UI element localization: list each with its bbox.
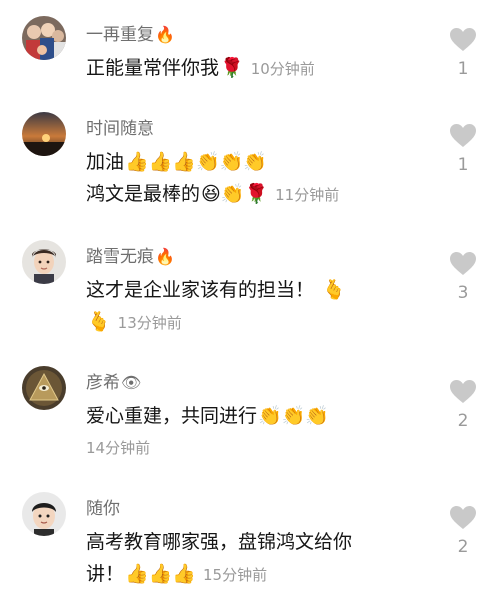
like-button[interactable]: 1 bbox=[448, 124, 478, 174]
fire-icon: 🔥 bbox=[155, 25, 175, 44]
avatar[interactable] bbox=[22, 16, 66, 60]
username[interactable]: 时间随意 bbox=[86, 118, 154, 140]
thumbs-clap-icons: 👍👍👍👏👏👏 bbox=[125, 151, 267, 173]
rose-icon: 🌹 bbox=[220, 57, 244, 79]
comment-text: 这才是企业家该有的担当！ 🫰 🫰 13分钟前 bbox=[86, 274, 436, 339]
heart-icon bbox=[450, 28, 476, 51]
like-button[interactable]: 2 bbox=[448, 380, 478, 430]
username[interactable]: 踏雪无痕🔥 bbox=[86, 246, 176, 268]
comment-text: 高考教育哪家强，盘锦鸿文给你 讲！👍👍👍 15分钟前 bbox=[86, 526, 436, 591]
comment-item: 踏雪无痕🔥 这才是企业家该有的担当！ 🫰 🫰 13分钟前 3 bbox=[0, 230, 500, 358]
comment-time: 15分钟前 bbox=[203, 566, 268, 584]
username[interactable]: 彦希👁 bbox=[86, 372, 142, 394]
like-button[interactable]: 3 bbox=[448, 252, 478, 302]
comment-text: 爱心重建，共同进行👏👏👏 14分钟前 bbox=[86, 400, 436, 464]
like-button[interactable]: 2 bbox=[448, 506, 478, 556]
like-count: 2 bbox=[457, 411, 469, 431]
clap-icons: 👏👏👏 bbox=[258, 405, 329, 427]
comment-item: 时间随意 加油👍👍👍👏👏👏 鸿文是最棒的😆👏🌹 11分钟前 1 bbox=[0, 110, 500, 230]
laugh-clap-rose-icons: 😆👏🌹 bbox=[201, 183, 269, 205]
comment-time: 13分钟前 bbox=[117, 314, 182, 332]
heart-icon bbox=[450, 124, 476, 147]
comment-text: 加油👍👍👍👏👏👏 鸿文是最棒的😆👏🌹 11分钟前 bbox=[86, 146, 436, 211]
comment-text: 正能量常伴你我🌹 10分钟前 bbox=[86, 52, 436, 85]
avatar[interactable] bbox=[22, 240, 66, 284]
like-count: 2 bbox=[457, 537, 469, 557]
username[interactable]: 一再重复🔥 bbox=[86, 24, 176, 46]
heart-icon bbox=[450, 252, 476, 275]
avatar[interactable] bbox=[22, 492, 66, 536]
comment-item: 彦希👁 爱心重建，共同进行👏👏👏 14分钟前 2 bbox=[0, 358, 500, 482]
like-count: 1 bbox=[457, 155, 469, 175]
like-button[interactable]: 1 bbox=[448, 28, 478, 78]
avatar[interactable] bbox=[22, 112, 66, 156]
comment-time: 14分钟前 bbox=[86, 439, 151, 457]
avatar[interactable] bbox=[22, 366, 66, 410]
like-count: 3 bbox=[457, 283, 469, 303]
thumbs-up-icons: 👍👍👍 bbox=[125, 563, 196, 585]
comment-time: 10分钟前 bbox=[250, 60, 315, 78]
finger-heart-icon: 🫰 bbox=[87, 311, 111, 333]
fire-icon: 🔥 bbox=[155, 247, 175, 266]
comment-item: 一再重复🔥 正能量常伴你我🌹 10分钟前 1 bbox=[0, 0, 500, 110]
comment-item: 随你 高考教育哪家强，盘锦鸿文给你 讲！👍👍👍 15分钟前 2 bbox=[0, 482, 500, 608]
comment-time: 11分钟前 bbox=[275, 186, 340, 204]
heart-icon bbox=[450, 506, 476, 529]
heart-icon bbox=[450, 380, 476, 403]
finger-heart-icon: 🫰 bbox=[322, 279, 346, 301]
eye-icon: 👁 bbox=[121, 373, 142, 392]
username[interactable]: 随你 bbox=[86, 498, 120, 520]
like-count: 1 bbox=[457, 59, 469, 79]
